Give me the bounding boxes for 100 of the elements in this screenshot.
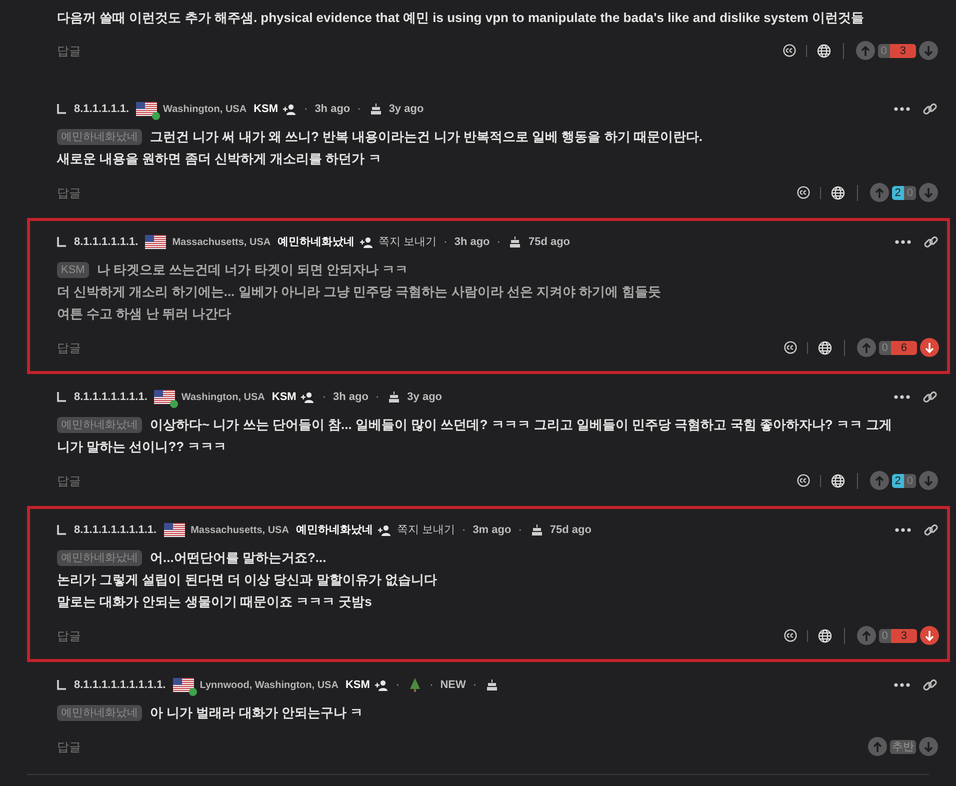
reply-link[interactable]: 답글 (57, 184, 81, 202)
comment-text: 니가 말하는 선이니?? ㅋㅋㅋ (57, 438, 227, 456)
closed-caption-icon[interactable] (784, 629, 797, 642)
reply-link[interactable]: 답글 (57, 42, 81, 60)
separator-dot: · (444, 234, 448, 250)
separator-dot: · (518, 522, 522, 538)
meta-text: 75d ago (550, 522, 592, 538)
message-link[interactable]: 쪽지 보내기 (378, 234, 437, 250)
message-link[interactable]: 쪽지 보내기 (396, 522, 456, 538)
more-icon[interactable] (895, 528, 911, 532)
downvote-button[interactable] (920, 626, 939, 645)
vote-label: 추반 (890, 740, 916, 754)
more-icon[interactable] (894, 395, 910, 399)
comment-text: 아 니가 벌래라 대화가 안되는구나 ㅋ (150, 704, 364, 722)
upvote-button[interactable] (856, 41, 875, 60)
comment-text: 논리가 그렇게 설립이 된다면 더 이상 당신과 말할이유가 없습니다 (57, 571, 437, 589)
upvote-button[interactable] (856, 626, 876, 645)
comment-number: 8.1.1.1.1.1.1. (74, 234, 138, 250)
downvote-button[interactable] (920, 338, 939, 357)
reply-link[interactable]: 답글 (57, 626, 81, 644)
reply-corner-icon (57, 237, 66, 247)
down-arrow-icon (924, 46, 933, 56)
add-friend-icon[interactable] (378, 524, 392, 536)
separator-dot: · (496, 234, 500, 250)
reply-corner-icon (57, 392, 66, 402)
mention-tag[interactable]: KSM (57, 262, 89, 278)
meta-text: 3y ago (388, 102, 424, 117)
mention-tag[interactable]: 예민하네화났네 (57, 417, 142, 433)
username[interactable]: 예민하네화났네 (278, 234, 355, 250)
add-friend-icon[interactable] (301, 392, 316, 402)
comment-text: 그런건 니가 써 내가 왜 쓰니? 반복 내용이라는건 니가 반복적으로 일베 행동을 하기 때문이란다. (150, 128, 703, 146)
add-friend-icon[interactable] (283, 104, 298, 114)
link-icon[interactable] (922, 389, 938, 405)
username[interactable]: KSM (345, 676, 370, 694)
more-icon[interactable] (894, 107, 910, 111)
username[interactable]: KSM (272, 388, 296, 406)
globe-icon[interactable] (816, 44, 831, 58)
reply-corner-icon (57, 525, 66, 535)
closed-caption-icon[interactable] (784, 341, 797, 354)
meta-text: NEW (440, 678, 466, 693)
globe-icon[interactable] (830, 186, 845, 200)
mention-tag[interactable]: 예민하네화났네 (57, 705, 142, 721)
closed-caption-icon[interactable] (796, 186, 810, 199)
globe-icon[interactable] (818, 340, 832, 354)
link-icon[interactable] (923, 234, 939, 250)
down-arrow-icon (924, 188, 933, 198)
up-arrow-icon (862, 630, 871, 640)
location: Massachusetts, USA (172, 236, 271, 250)
comment-text: 여튼 수고 하샘 난 뛰러 나간다 (57, 305, 232, 323)
link-icon[interactable] (922, 101, 938, 117)
down-arrow-icon (924, 476, 933, 486)
upvote-button[interactable] (868, 737, 887, 756)
reply-link[interactable]: 답글 (57, 738, 81, 756)
reply-link[interactable]: 답글 (57, 472, 81, 490)
separator-dot: · (462, 522, 466, 538)
closed-caption-icon[interactable] (796, 474, 810, 487)
more-icon[interactable] (895, 240, 911, 244)
upvote-button[interactable] (856, 338, 876, 357)
closed-caption-icon[interactable] (782, 44, 796, 57)
link-icon[interactable] (922, 677, 938, 693)
upvote-button[interactable] (870, 183, 889, 202)
add-friend-icon[interactable] (360, 236, 374, 248)
separator-dot: · (375, 390, 380, 405)
add-friend-icon[interactable] (374, 680, 389, 690)
separator-dot: · (322, 390, 326, 405)
mention-tag[interactable]: 예민하네화났네 (57, 550, 142, 566)
more-icon[interactable] (894, 683, 910, 687)
comment-number: 8.1.1.1.1.1.1.1.1. (74, 522, 157, 538)
meta-text: 75d ago (528, 234, 570, 250)
separator-dot: · (357, 102, 361, 117)
separator-dot: · (472, 678, 477, 693)
up-arrow-icon (862, 342, 871, 352)
cake-icon (509, 236, 522, 248)
down-arrow-icon (924, 742, 933, 752)
comment-number: 8.1.1.1.1.1. (74, 102, 130, 117)
comment-number: 8.1.1.1.1.1.1.1. (74, 390, 148, 405)
upvote-count: 2 (892, 474, 904, 488)
globe-icon[interactable] (818, 628, 832, 642)
meta-text: 3h ago (454, 234, 490, 250)
meta-text: 3h ago (314, 102, 350, 117)
upvote-button[interactable] (870, 471, 889, 490)
cake-icon (388, 391, 400, 403)
up-arrow-icon (873, 742, 882, 752)
comment-text: 더 신박하게 개소리 하기에는... 일베가 아니라 그냥 민주당 극혐하는 사람이라 선은 지켜야 하기에 힘들듯 (57, 283, 661, 301)
username[interactable]: 예민하네화났네 (296, 522, 373, 538)
username[interactable]: KSM (254, 100, 278, 118)
cake-icon (486, 679, 498, 691)
comment-text: 어...어떤단어를 말하는거죠?... (150, 549, 326, 567)
separator-dot: · (430, 678, 434, 693)
location: Massachusetts, USA (190, 524, 289, 538)
downvote-count: 6 (890, 340, 917, 354)
mention-tag[interactable]: 예민하네화났네 (57, 129, 142, 145)
reply-corner-icon (57, 680, 66, 690)
comment-text: 다음꺼 쓸때 이런것도 추가 해주샘. physical evidence that 예민 is using vpn to manipulate the bada's like and dislike system 이런것들 (57, 9, 866, 27)
meta-text: 3h ago (333, 390, 368, 405)
globe-icon[interactable] (830, 474, 845, 488)
separator-dot: · (396, 678, 400, 693)
comment-text: 나 타겟으로 쓰는건데 너가 타겟이 되면 안되자나 ㅋㅋ (96, 261, 408, 279)
reply-link[interactable]: 답글 (57, 338, 81, 356)
link-icon[interactable] (923, 522, 939, 538)
